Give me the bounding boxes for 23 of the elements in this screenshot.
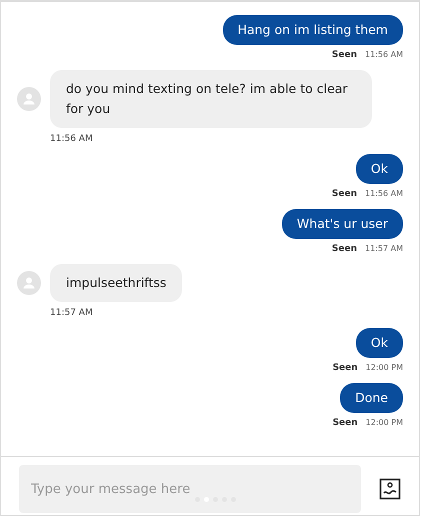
seen-status: Seen	[332, 189, 358, 199]
received-message: do you mind texting on tele? im able to clear for you	[50, 70, 372, 128]
sent-message: Hang on im listing them	[222, 15, 403, 45]
received-message: impulseethriftss	[50, 264, 182, 302]
message-time: 12:00 PM	[366, 418, 403, 427]
message-time: 11:57 AM	[365, 244, 403, 253]
avatar-icon	[17, 271, 41, 295]
sent-message: Ok	[356, 154, 403, 184]
seen-status: Seen	[332, 50, 358, 60]
message-time: 11:57 AM	[50, 308, 93, 318]
avatar-icon	[17, 87, 41, 111]
message-time: 11:56 AM	[365, 189, 403, 198]
message-field[interactable]: Type your message here	[19, 465, 361, 513]
seen-status: Seen	[332, 244, 358, 254]
seen-status: Seen	[332, 418, 358, 428]
sent-message: Ok	[356, 328, 403, 358]
sent-message: Done	[340, 383, 403, 413]
message-time: 12:00 PM	[366, 363, 403, 372]
seen-status: Seen	[332, 363, 358, 373]
sent-message: What's ur user	[282, 209, 403, 239]
image-icon[interactable]	[379, 478, 401, 500]
message-time: 11:56 AM	[365, 50, 403, 59]
message-time: 11:56 AM	[50, 134, 93, 144]
